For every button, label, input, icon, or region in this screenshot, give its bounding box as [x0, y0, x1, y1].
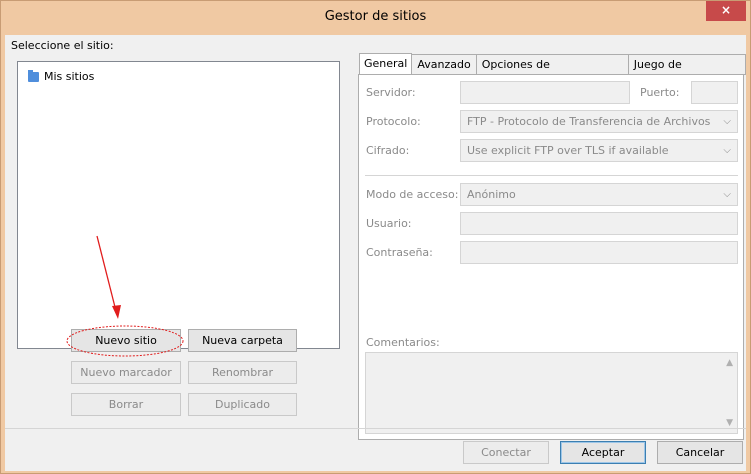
annotation-arrow-head	[112, 305, 121, 319]
annotation-arrow	[96, 235, 118, 316]
annotation-overlay	[66, 235, 184, 357]
annotation-highlight-ellipse	[66, 325, 184, 357]
